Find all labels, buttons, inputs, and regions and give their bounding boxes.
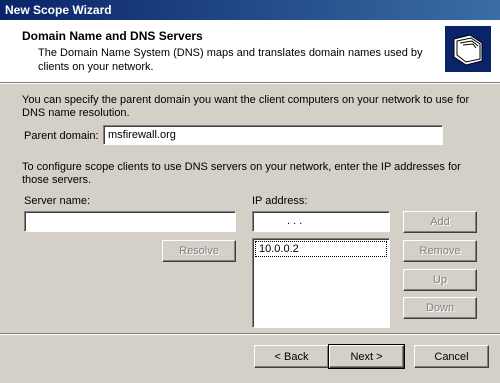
cancel-button[interactable]: Cancel (414, 345, 489, 368)
footer-divider (0, 333, 500, 335)
ip-address-input[interactable]: . . . (252, 211, 390, 232)
resolve-button[interactable]: Resolve (162, 240, 236, 262)
list-item[interactable]: 10.0.0.2 (255, 241, 387, 257)
server-name-input[interactable] (24, 211, 236, 232)
next-button[interactable]: Next > (328, 344, 405, 369)
new-scope-wizard-window: New Scope Wizard Domain Name and DNS Ser… (0, 0, 500, 383)
page-description: The Domain Name System (DNS) maps and tr… (38, 47, 423, 73)
ip-address-dots: . . . (287, 215, 303, 227)
down-button[interactable]: Down (403, 297, 477, 319)
server-name-label: Server name: (24, 195, 91, 207)
folders-wizard-icon (445, 26, 491, 72)
intro-text: You can specify the parent domain you wa… (22, 94, 470, 119)
wizard-header: Domain Name and DNS Servers The Domain N… (0, 20, 500, 82)
parent-domain-label: Parent domain: (24, 130, 99, 142)
ip-address-label: IP address: (252, 195, 308, 207)
add-button[interactable]: Add (403, 211, 477, 233)
ip-address-list[interactable]: 10.0.0.2 (252, 238, 390, 328)
header-divider (0, 82, 500, 84)
remove-button[interactable]: Remove (403, 240, 477, 262)
up-button[interactable]: Up (403, 269, 477, 291)
window-title: New Scope Wizard (0, 0, 500, 20)
dns-servers-text: To configure scope clients to use DNS se… (22, 161, 461, 186)
parent-domain-input[interactable] (103, 125, 443, 145)
back-button[interactable]: < Back (254, 345, 329, 368)
page-title: Domain Name and DNS Servers (22, 29, 203, 43)
